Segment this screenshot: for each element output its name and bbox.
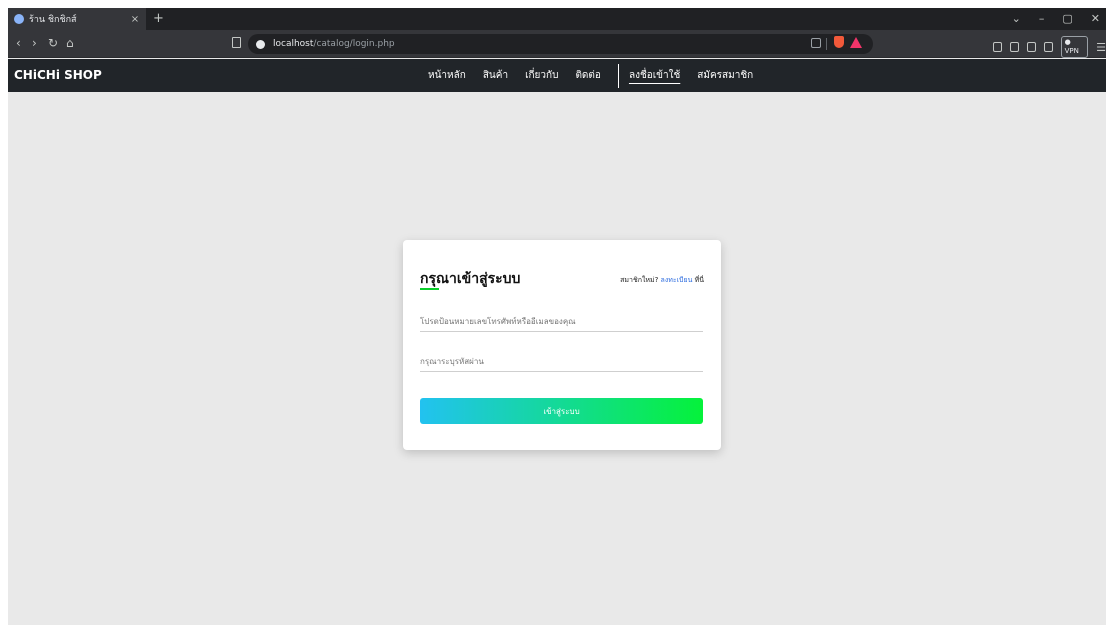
url-path: /catalog/login.php: [313, 39, 395, 49]
divider: [826, 38, 827, 50]
back-icon[interactable]: ‹: [16, 35, 21, 51]
nav-divider: [617, 63, 619, 88]
forward-icon[interactable]: ›: [32, 35, 37, 51]
browser-tab[interactable]: ร้าน ชิกชิกส์ ×: [8, 8, 146, 30]
nav-contact[interactable]: ติดต่อ: [575, 68, 601, 83]
tab-groups-icon[interactable]: [1026, 42, 1036, 52]
login-button[interactable]: เข้าสู่ระบบ: [420, 398, 703, 424]
url-field[interactable]: localhost /catalog/login.php: [248, 34, 873, 54]
site-navbar: CHiCHi SHOP หน้าหลัก สินค้า เกี่ยวกับ ติ…: [8, 59, 1106, 92]
nav-home[interactable]: หน้าหลัก: [428, 68, 466, 83]
window-controls: ⌄ – ▢ ✕: [1012, 10, 1100, 28]
site-favicon-icon: [14, 14, 24, 24]
nav-products[interactable]: สินค้า: [483, 68, 508, 83]
address-bar: ‹ › ↻ ⌂ localhost /catalog/login.php ● V…: [8, 30, 1106, 58]
url-host: localhost: [273, 39, 314, 49]
toolbar-icons: ● VPN ☰: [993, 36, 1106, 58]
login-card: กรุณาเข้าสู่ระบบ สมาชิกใหม่? ลงทะเบียน ท…: [403, 240, 721, 450]
reload-icon[interactable]: ↻: [48, 35, 58, 51]
register-prefix: สมาชิกใหม่?: [620, 276, 659, 284]
brave-rewards-icon[interactable]: [850, 37, 862, 48]
tab-strip: ร้าน ชิกชิกส์ × + ⌄ – ▢ ✕: [8, 8, 1106, 30]
home-icon[interactable]: ⌂: [66, 35, 74, 51]
wallet-icon[interactable]: [1043, 42, 1053, 52]
brand-logo[interactable]: CHiCHi SHOP: [14, 68, 102, 82]
nav-register[interactable]: สมัครสมาชิก: [697, 68, 753, 83]
tab-title: ร้าน ชิกชิกส์: [29, 15, 77, 25]
sidebar-icon[interactable]: [1009, 42, 1019, 52]
nav-links: หน้าหลัก สินค้า เกี่ยวกับ ติดต่อ ลงชื่อเ…: [428, 59, 770, 92]
register-suffix: ที่นี่: [694, 276, 704, 284]
bookmark-icon[interactable]: [232, 37, 241, 48]
register-link[interactable]: ลงทะเบียน: [661, 276, 693, 284]
login-title: กรุณาเข้าสู่ระบบ: [420, 271, 521, 287]
register-prompt: สมาชิกใหม่? ลงทะเบียน ที่นี่: [620, 275, 704, 286]
site-info-icon[interactable]: [256, 39, 265, 49]
maximize-icon[interactable]: ▢: [1062, 10, 1072, 28]
title-accent-bar: [420, 288, 439, 290]
brave-shield-icon[interactable]: [834, 36, 844, 48]
extensions-icon[interactable]: [993, 42, 1002, 52]
vpn-button[interactable]: ● VPN: [1060, 36, 1089, 58]
share-icon[interactable]: [811, 38, 821, 48]
tab-search-icon[interactable]: ⌄: [1012, 10, 1021, 28]
close-window-icon[interactable]: ✕: [1091, 10, 1100, 28]
phone-email-input[interactable]: [420, 316, 703, 332]
tab-close-icon[interactable]: ×: [130, 14, 140, 25]
new-tab-button[interactable]: +: [153, 11, 164, 27]
nav-about[interactable]: เกี่ยวกับ: [525, 68, 558, 83]
minimize-icon[interactable]: –: [1039, 10, 1045, 28]
menu-icon[interactable]: ☰: [1096, 41, 1106, 54]
nav-login[interactable]: ลงชื่อเข้าใช้: [629, 68, 680, 83]
browser-window: ร้าน ชิกชิกส์ × + ⌄ – ▢ ✕ ‹ › ↻ ⌂ localh…: [8, 8, 1106, 625]
password-input[interactable]: [420, 356, 703, 372]
